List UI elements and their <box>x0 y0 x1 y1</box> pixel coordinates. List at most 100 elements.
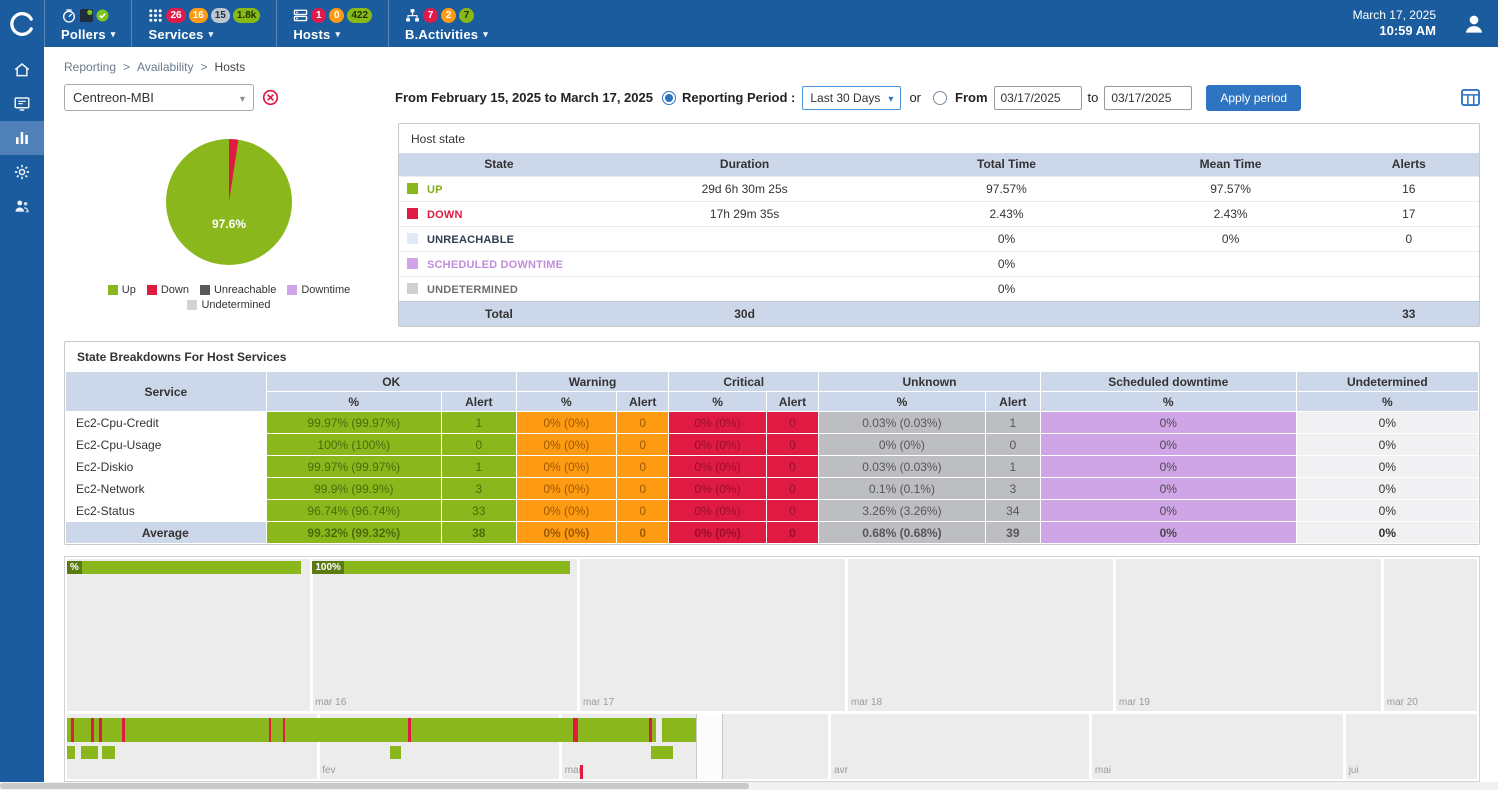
from-date-input[interactable] <box>994 86 1082 110</box>
nav-pollers[interactable]: Pollers <box>44 0 131 47</box>
services-menu-label: Services <box>148 27 260 42</box>
timeline-day-separator <box>845 559 848 711</box>
brush-availability-band <box>67 718 696 742</box>
timeline-month-label: mai <box>1095 765 1111 776</box>
nav-services[interactable]: 26 16 15 1.8k Services <box>131 0 276 47</box>
sidebar-item-home[interactable] <box>0 53 44 87</box>
timeline-brush[interactable]: fevmaravrmaijui <box>67 714 1477 779</box>
availability-bar: 100% <box>312 561 570 574</box>
service-name[interactable]: Ec2-Diskio <box>66 456 267 478</box>
poller-database-status-icon <box>80 9 93 22</box>
brush-block <box>390 746 401 759</box>
user-menu-button[interactable] <box>1450 0 1498 47</box>
pie-center-label: 97.6% <box>212 217 246 231</box>
export-button[interactable] <box>1461 89 1480 106</box>
brush-down-tick <box>71 718 74 742</box>
clock: March 17, 2025 10:59 AM <box>1353 0 1450 47</box>
timeline-month-separator <box>828 714 831 779</box>
host-state-row-scheduled-downtime: SCHEDULED DOWNTIME 0% <box>399 251 1479 276</box>
sidebar-item-monitoring[interactable] <box>0 87 44 121</box>
custom-range-radio[interactable] <box>933 91 947 105</box>
column-header-alerts: Alerts <box>1339 153 1479 176</box>
hosts-menu-label: Hosts <box>293 27 372 42</box>
timeline-chart[interactable]: mar 16mar 17mar 18mar 19mar 20%100% <box>67 559 1477 711</box>
brush-down-tick <box>649 718 652 742</box>
service-name[interactable]: Ec2-Status <box>66 500 267 522</box>
ba-warning-badge[interactable]: 2 <box>441 8 456 23</box>
brush-block <box>67 746 75 759</box>
undetermined-state-swatch <box>407 283 418 294</box>
services-critical-badge[interactable]: 26 <box>166 8 185 23</box>
ba-ok-badge[interactable]: 7 <box>459 8 474 23</box>
breadcrumb-availability[interactable]: Availability <box>137 60 193 74</box>
reporting-period-radio[interactable] <box>662 91 676 105</box>
timeline-month-label: avr <box>834 765 848 776</box>
group-header-unknown: Unknown <box>819 372 1041 392</box>
scheduled-downtime-swatch <box>407 258 418 269</box>
clear-host-selection-button[interactable] <box>262 89 279 106</box>
brush-down-tick <box>573 718 578 742</box>
services-unknown-badge[interactable]: 15 <box>211 8 230 23</box>
service-name[interactable]: Ec2-Cpu-Credit <box>66 412 267 434</box>
services-icon <box>148 8 163 23</box>
legend-up-swatch <box>108 285 118 295</box>
timeline-month-label: jui <box>1349 765 1359 776</box>
breadcrumb-hosts: Hosts <box>215 60 246 74</box>
brush-selection[interactable] <box>696 714 723 779</box>
group-header-critical: Critical <box>669 372 819 392</box>
timeline-month-label: fev <box>322 765 335 776</box>
service-name[interactable]: Ec2-Network <box>66 478 267 500</box>
host-state-total-row: Total 30d 33 <box>399 301 1479 326</box>
up-state-swatch <box>407 183 418 194</box>
services-warning-badge[interactable]: 16 <box>189 8 208 23</box>
brush-block <box>651 746 674 759</box>
group-header-undetermined: Undetermined <box>1296 372 1478 392</box>
availability-bar-label: % <box>67 561 82 574</box>
hosts-unreachable-badge[interactable]: 0 <box>329 8 344 23</box>
period-select[interactable]: Last 30 Days <box>802 86 901 110</box>
host-state-row-down: DOWN 17h 29m 35s 2.43% 2.43% 17 <box>399 201 1479 226</box>
host-selector[interactable]: Centreon-MBI <box>64 84 254 111</box>
timeline-day-separator <box>310 559 313 711</box>
timeline-month-separator <box>1343 714 1346 779</box>
ba-critical-badge[interactable]: 7 <box>423 8 438 23</box>
group-header-warning: Warning <box>516 372 669 392</box>
sidebar-item-administration[interactable] <box>0 189 44 223</box>
legend-unreachable-swatch <box>200 285 210 295</box>
apply-period-button[interactable]: Apply period <box>1206 85 1301 111</box>
brush-block <box>81 746 98 759</box>
host-state-table: State Duration Total Time Mean Time Aler… <box>399 153 1479 326</box>
timeline-day-separator <box>577 559 580 711</box>
breadcrumb-reporting[interactable]: Reporting <box>64 60 116 74</box>
timeline-day-label: mar 19 <box>1119 697 1150 708</box>
service-breakdown-row: Ec2-Cpu-Credit 99.97% (99.97%)1 0% (0%)0… <box>66 412 1479 434</box>
availability-bar: % <box>67 561 301 574</box>
scrollbar-thumb[interactable] <box>0 783 749 789</box>
report-range-text: From February 15, 2025 to March 17, 2025 <box>395 90 653 105</box>
brush-down-tick <box>99 718 102 742</box>
sidebar-item-reporting[interactable] <box>0 121 44 155</box>
services-ok-badge[interactable]: 1.8k <box>233 8 260 23</box>
host-state-title: Host state <box>399 124 1479 153</box>
availability-pie-chart[interactable]: 97.6% <box>166 139 292 265</box>
pollers-icon <box>61 8 77 24</box>
nav-hosts[interactable]: 1 0 422 Hosts <box>276 0 388 47</box>
centreon-logo[interactable] <box>0 0 44 47</box>
clear-icon <box>262 89 279 106</box>
timeline-day-separator <box>1381 559 1384 711</box>
host-state-row-unreachable: UNREACHABLE 0% 0% 0 <box>399 226 1479 251</box>
from-label: From <box>955 90 988 105</box>
service-name[interactable]: Ec2-Cpu-Usage <box>66 434 267 456</box>
to-date-input[interactable] <box>1104 86 1192 110</box>
brush-down-tick <box>283 718 286 742</box>
service-breakdown-table: Service OK Warning Critical Unknown Sche… <box>65 371 1479 544</box>
home-icon <box>13 61 31 79</box>
service-breakdown-row: Ec2-Network 99.9% (99.9%)3 0% (0%)0 0% (… <box>66 478 1479 500</box>
to-label: to <box>1088 90 1099 105</box>
horizontal-scrollbar[interactable] <box>0 782 1498 790</box>
breadcrumb-separator: > <box>201 60 208 74</box>
sidebar-item-configuration[interactable] <box>0 155 44 189</box>
nav-business-activities[interactable]: 7 2 7 B.Activities <box>388 0 504 47</box>
hosts-up-badge[interactable]: 422 <box>347 8 372 23</box>
hosts-down-badge[interactable]: 1 <box>311 8 326 23</box>
